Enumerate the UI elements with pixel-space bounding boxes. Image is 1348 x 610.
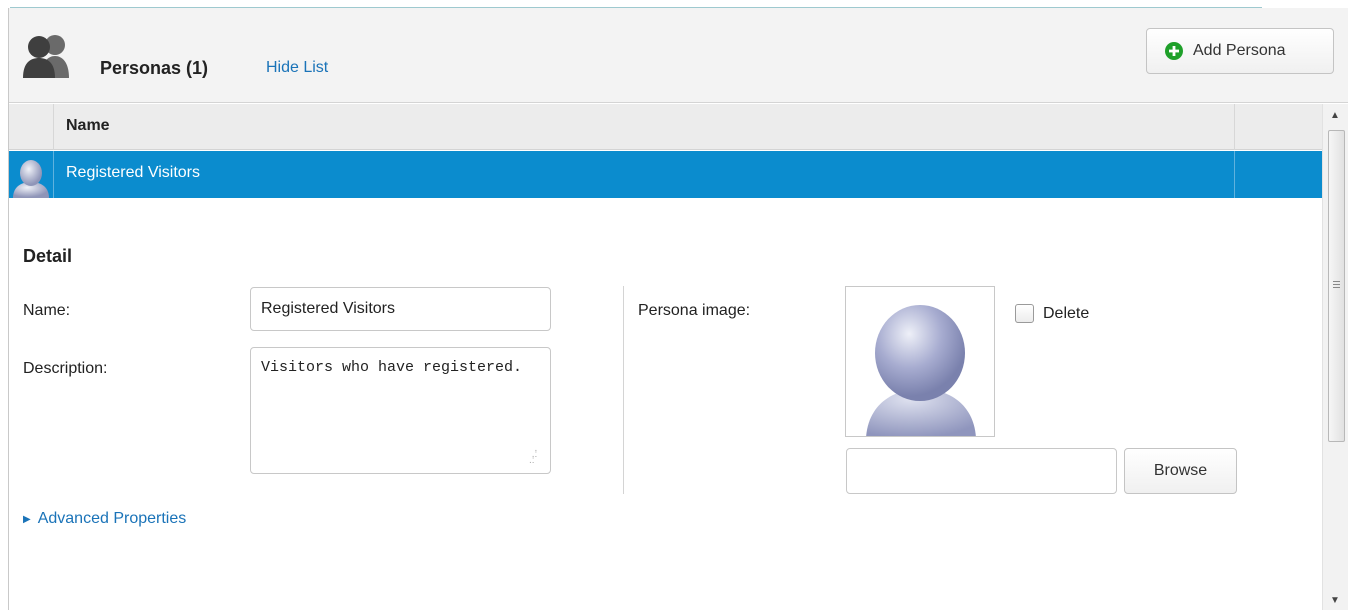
delete-label: Delete [1043,304,1090,322]
detail-heading: Detail [23,246,73,266]
column-header-name[interactable]: Name [66,117,110,135]
column-divider [1234,151,1235,198]
add-plus-icon [1165,42,1183,60]
scrollbar-thumb[interactable] [1328,130,1345,442]
name-label: Name: [23,302,71,319]
add-persona-button[interactable]: Add Persona [1146,28,1334,74]
personas-header: Personas (1) Hide List Add Persona [9,8,1348,103]
persona-image-icon [866,305,976,436]
file-path-field[interactable] [846,448,1117,494]
persona-image-preview [845,286,995,437]
page-title: Personas (1) [100,58,209,78]
grid-icon-column-header [9,104,54,150]
table-row[interactable]: Registered Visitors [9,151,1322,198]
delete-checkbox-wrap[interactable]: Delete [1015,304,1089,323]
description-field[interactable]: Visitors who have registered. [250,347,551,474]
row-name-cell: Registered Visitors [66,164,200,181]
column-divider [1234,104,1235,150]
persona-image-label: Persona image: [638,302,751,319]
scrollbar-grip-icon [1333,281,1340,290]
grid-header-row: Name [9,104,1322,150]
advanced-properties-label: Advanced Properties [37,510,187,527]
resize-grip-icon[interactable]: . .:.: [529,444,541,466]
vertical-scrollbar[interactable]: ▲ ▼ [1322,104,1348,610]
section-divider [623,286,624,494]
hide-list-link[interactable]: Hide List [266,59,328,77]
description-label: Description: [23,360,108,377]
scroll-down-arrow-icon[interactable]: ▼ [1330,595,1340,606]
expand-triangle-icon: ▶ [23,513,31,525]
name-field[interactable] [250,287,551,331]
personas-group-icon [21,32,73,80]
browse-button[interactable]: Browse [1124,448,1237,494]
persona-avatar-icon [9,151,54,198]
delete-checkbox[interactable] [1015,304,1034,323]
scroll-up-arrow-icon[interactable]: ▲ [1330,110,1340,121]
advanced-properties-toggle[interactable]: ▶ Advanced Properties [23,510,186,528]
add-persona-label: Add Persona [1193,42,1286,59]
